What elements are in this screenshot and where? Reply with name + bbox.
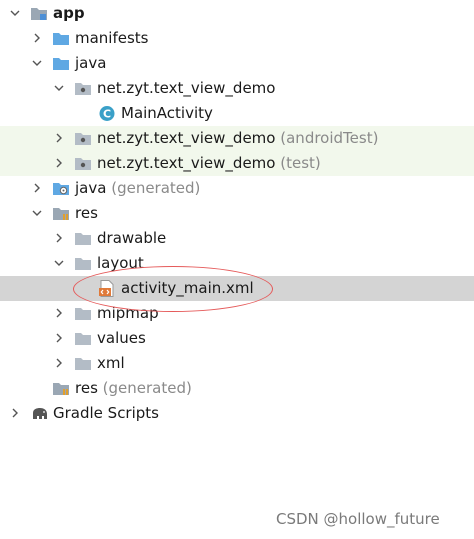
tree-item-label: res (generated) [75,379,192,397]
package-icon [74,80,92,97]
package-icon [74,130,92,147]
tree-item-manifests[interactable]: manifests [0,26,474,51]
gradle-elephant-icon [30,405,50,422]
chevron-right-icon[interactable] [31,32,43,44]
chevron-right-icon[interactable] [9,407,21,419]
chevron-down-icon[interactable] [53,257,65,269]
class-icon: C [98,105,116,122]
tree-item-suffix: (generated) [111,179,201,197]
resource-folder-icon [52,205,70,222]
tree-item-package-test[interactable]: net.zyt.text_view_demo (test) [0,151,474,176]
chevron-right-icon[interactable] [53,307,65,319]
folder-icon [74,330,92,347]
folder-icon [74,230,92,247]
tree-item-label: mipmap [97,304,159,322]
tree-item-label: layout [97,254,144,272]
tree-item-label: net.zyt.text_view_demo [97,79,276,97]
tree-item-mipmap[interactable]: mipmap [0,301,474,326]
tree-item-package[interactable]: net.zyt.text_view_demo [0,76,474,101]
folder-icon [74,355,92,372]
tree-item-gradle-scripts[interactable]: Gradle Scripts [0,401,474,426]
tree-item-label: values [97,329,146,347]
chevron-right-icon[interactable] [53,232,65,244]
tree-item-res-generated[interactable]: res (generated) [0,376,474,401]
svg-text:C: C [103,108,111,121]
tree-item-label: java (generated) [75,179,201,197]
folder-icon [52,30,70,47]
tree-item-activity-main[interactable]: activity_main.xml [0,276,474,301]
chevron-right-icon[interactable] [53,357,65,369]
folder-icon [74,305,92,322]
tree-item-label: app [53,4,85,22]
resource-folder-icon [52,380,70,397]
chevron-down-icon[interactable] [53,82,65,94]
tree-item-java[interactable]: java [0,51,474,76]
tree-item-label: net.zyt.text_view_demo (test) [97,154,321,172]
tree-item-drawable[interactable]: drawable [0,226,474,251]
tree-item-label: Gradle Scripts [53,404,159,422]
chevron-down-icon[interactable] [9,7,21,19]
chevron-down-icon[interactable] [31,207,43,219]
tree-item-res[interactable]: res [0,201,474,226]
tree-item-layout[interactable]: layout [0,251,474,276]
tree-item-app[interactable]: app [0,1,474,26]
generated-folder-icon [52,180,70,197]
folder-icon [74,255,92,272]
watermark: CSDN @hollow_future [276,510,440,528]
tree-item-suffix: (generated) [102,379,192,397]
tree-item-label: MainActivity [121,104,213,122]
tree-item-java-generated[interactable]: java (generated) [0,176,474,201]
chevron-down-icon[interactable] [31,57,43,69]
tree-item-main-activity[interactable]: C MainActivity [0,101,474,126]
folder-icon [52,55,70,72]
tree-item-label: activity_main.xml [121,279,254,297]
tree-item-suffix: (androidTest) [280,129,379,147]
tree-item-label: java [75,54,107,72]
package-icon [74,155,92,172]
chevron-right-icon[interactable] [53,332,65,344]
tree-item-label: xml [97,354,125,372]
tree-item-label: net.zyt.text_view_demo (androidTest) [97,129,379,147]
tree-item-label: manifests [75,29,149,47]
module-folder-icon [30,5,48,22]
tree-item-package-android-test[interactable]: net.zyt.text_view_demo (androidTest) [0,126,474,151]
tree-item-xml[interactable]: xml [0,351,474,376]
layout-file-icon [98,280,116,297]
chevron-right-icon[interactable] [53,157,65,169]
chevron-right-icon[interactable] [53,132,65,144]
tree-item-label: drawable [97,229,167,247]
tree-item-values[interactable]: values [0,326,474,351]
tree-item-label: res [75,204,98,222]
chevron-right-icon[interactable] [31,182,43,194]
tree-item-suffix: (test) [280,154,321,172]
